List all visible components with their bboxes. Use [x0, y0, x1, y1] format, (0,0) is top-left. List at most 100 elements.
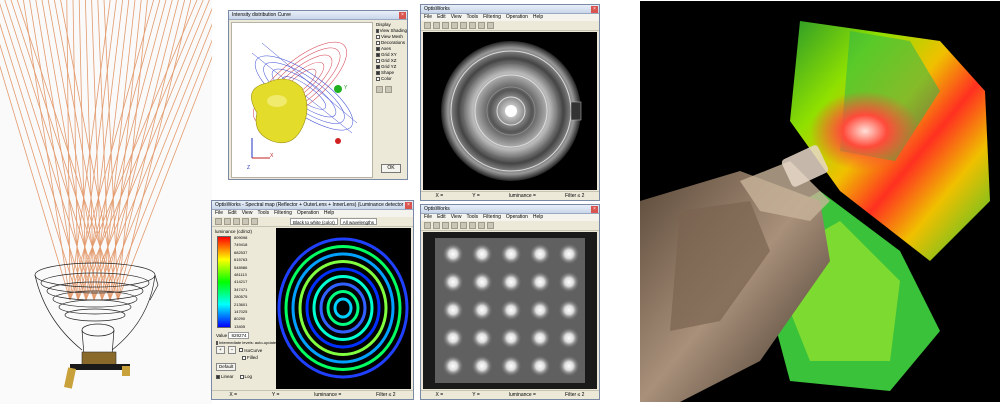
fit-icon[interactable] [242, 218, 249, 225]
led-spot [529, 243, 551, 265]
menu-filtering[interactable]: Filtering [483, 214, 501, 221]
scale-value: 682537 [234, 249, 248, 255]
menu-filtering[interactable]: Filtering [483, 14, 501, 21]
menu-tools[interactable]: Tools [466, 214, 478, 221]
toolbar: Black to white (color) All wavelengths [212, 217, 413, 227]
luminance-ring [284, 245, 402, 371]
open-icon[interactable] [424, 222, 431, 229]
grid-icon[interactable] [469, 222, 476, 229]
led-spot [500, 327, 522, 349]
save-icon[interactable] [224, 218, 231, 225]
luminance-legend: luminance (cd/m2) 809098 749418 682537 6157… [214, 228, 277, 389]
menu-operation[interactable]: Operation [506, 214, 528, 221]
fit-icon[interactable] [451, 22, 458, 29]
option-checkbox[interactable] [376, 47, 380, 51]
linear-radio[interactable] [216, 374, 220, 379]
save-icon[interactable] [433, 22, 440, 29]
display-option[interactable]: Color [376, 76, 407, 82]
add-level-button[interactable]: + [216, 346, 225, 354]
zoom-icon[interactable] [442, 222, 449, 229]
menu-help[interactable]: Help [533, 214, 543, 221]
light-ray [0, 65, 71, 301]
option-checkbox[interactable] [376, 59, 380, 63]
zoom-icon[interactable] [233, 218, 240, 225]
color-icon[interactable] [478, 22, 485, 29]
menu-operation[interactable]: Operation [506, 14, 528, 21]
menu-edit[interactable]: Edit [437, 14, 446, 21]
default-button[interactable]: Default [216, 363, 237, 371]
close-icon[interactable]: × [405, 202, 412, 209]
toolbar [421, 21, 599, 31]
ruler-icon[interactable] [251, 218, 258, 225]
fit-icon[interactable] [451, 222, 458, 229]
menu-file[interactable]: File [424, 14, 432, 21]
spectral-map-view[interactable] [276, 228, 411, 389]
scale-value: 280575 [234, 294, 248, 300]
luminance-ring [277, 237, 409, 379]
close-icon[interactable]: × [399, 12, 406, 19]
window-title: OptisWorks [421, 205, 599, 214]
isocurve-checkbox[interactable] [239, 348, 244, 352]
zoom-icon[interactable] [442, 22, 449, 29]
led-array-view[interactable] [423, 232, 597, 389]
close-icon[interactable]: × [591, 6, 598, 13]
option-checkbox[interactable] [376, 35, 380, 39]
menu-edit[interactable]: Edit [437, 214, 446, 221]
remove-level-button[interactable]: − [227, 346, 237, 354]
ok-button[interactable]: OK [381, 164, 401, 173]
option-checkbox[interactable] [376, 71, 380, 75]
scale-value: 615763 [234, 257, 248, 263]
window-title: OptisWorks [421, 5, 599, 14]
open-icon[interactable] [424, 22, 431, 29]
menu-file[interactable]: File [424, 214, 432, 221]
menu-view[interactable]: View [451, 14, 462, 21]
menu-operation[interactable]: Operation [297, 210, 319, 217]
option-checkbox[interactable] [376, 53, 380, 57]
color-icon[interactable] [478, 222, 485, 229]
menu-bar: File Edit View Tools Filtering Operation… [212, 210, 413, 217]
scale-labels: 809098 749418 682537 615763 548986 481113 4142… [234, 235, 247, 329]
option-checkbox[interactable] [376, 29, 379, 33]
ruler-icon[interactable] [460, 222, 467, 229]
spectral-map-window: OptisWorks - Spectral map (Reflector + O… [211, 200, 414, 400]
status-luminance: luminance = [508, 392, 536, 398]
ruler-icon[interactable] [460, 22, 467, 29]
menu-file[interactable]: File [215, 210, 223, 217]
save-icon[interactable] [433, 222, 440, 229]
led-spot [558, 327, 580, 349]
intensity-3d-plot[interactable]: X Y Z [231, 22, 373, 178]
status-luminance: luminance = [314, 392, 342, 398]
close-icon[interactable]: × [591, 206, 598, 213]
log-radio[interactable] [239, 374, 244, 379]
intermediate-checkbox[interactable] [216, 340, 218, 345]
menu-view[interactable]: View [242, 210, 253, 217]
rotate-icon[interactable] [376, 86, 383, 93]
option-checkbox[interactable] [376, 77, 380, 81]
option-checkbox[interactable] [376, 41, 380, 45]
optisworks-top-window: OptisWorks × File Edit View Tools Filter… [420, 4, 600, 201]
led-spot [471, 355, 493, 377]
filled-label: Filled [247, 355, 258, 360]
menu-tools[interactable]: Tools [466, 14, 478, 21]
light-ray [117, 56, 212, 301]
grid-icon[interactable] [469, 22, 476, 29]
value-field[interactable]: 829274 [228, 332, 250, 339]
wavelength-select[interactable]: All wavelengths [339, 218, 378, 225]
pointer-icon[interactable] [385, 86, 392, 93]
colormap-select[interactable]: Black to white (color) [290, 218, 338, 225]
menu-help[interactable]: Help [324, 210, 334, 217]
lamp-grayscale-view[interactable] [423, 32, 597, 190]
option-checkbox[interactable] [376, 65, 380, 69]
print-icon[interactable] [487, 22, 494, 29]
open-icon[interactable] [215, 218, 222, 225]
menu-filtering[interactable]: Filtering [274, 210, 292, 217]
scale-value: 414217 [234, 279, 248, 285]
menu-edit[interactable]: Edit [228, 210, 237, 217]
print-icon[interactable] [487, 222, 494, 229]
intermediate-label: Intermediate levels: auto-update [219, 340, 277, 345]
menu-view[interactable]: View [451, 214, 462, 221]
led-spot [471, 271, 493, 293]
menu-help[interactable]: Help [533, 14, 543, 21]
menu-tools[interactable]: Tools [257, 210, 269, 217]
filled-checkbox[interactable] [242, 355, 246, 360]
